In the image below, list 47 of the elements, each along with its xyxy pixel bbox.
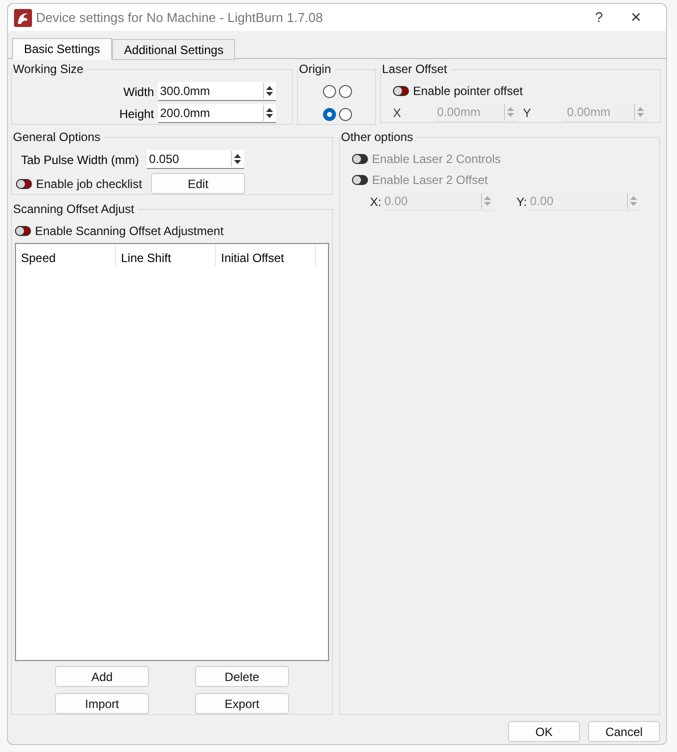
column-header[interactable]: Initial Offset: [216, 244, 316, 266]
group-title: Scanning Offset Adjust: [13, 202, 138, 216]
spinner-arrows-icon[interactable]: [263, 105, 275, 121]
group-title: Other options: [341, 130, 418, 144]
push-button[interactable]: Delete: [195, 666, 289, 687]
radio-button[interactable]: [339, 85, 352, 98]
toggle-switch[interactable]: [15, 226, 31, 236]
toggle-label: Enable Laser 2 Controls: [372, 151, 501, 168]
field-label: Tab Pulse Width (mm): [21, 152, 140, 168]
field-label: Y:: [516, 194, 528, 210]
radio-button[interactable]: [339, 108, 352, 120]
group-title: General Options: [13, 130, 104, 144]
tab[interactable]: Additional Settings: [112, 39, 236, 60]
field-label: Height: [119, 106, 154, 122]
field-label: Y: [523, 104, 532, 122]
toggle-label: Enable pointer offset: [413, 83, 523, 100]
window-title: Device settings for No Machine - LightBurn 1.7.08: [36, 8, 324, 27]
push-button[interactable]: Import: [55, 693, 149, 714]
radio-button[interactable]: [323, 85, 336, 98]
column-header[interactable]: Speed: [16, 244, 116, 266]
push-button[interactable]: Add: [55, 666, 149, 687]
close-button[interactable]: ×: [614, 4, 658, 31]
spin-box[interactable]: 200.0mm: [158, 104, 276, 123]
push-button[interactable]: Cancel: [588, 721, 660, 742]
help-button[interactable]: ?: [584, 7, 614, 28]
toggle-label: Enable Scanning Offset Adjustment: [35, 223, 224, 240]
group-title: Laser Offset: [382, 62, 452, 76]
spinner-arrows-icon[interactable]: [263, 83, 275, 99]
field-label: X:: [370, 194, 382, 210]
push-button[interactable]: Export: [195, 693, 289, 714]
toggle-switch[interactable]: [16, 178, 32, 188]
toggle-label: Enable Laser 2 Offset: [372, 172, 488, 189]
push-button[interactable]: OK: [508, 721, 580, 742]
radio-button[interactable]: [323, 108, 336, 120]
spinner-arrows-icon[interactable]: [231, 151, 244, 167]
spin-box[interactable]: 0.050: [147, 150, 244, 169]
field-label: X: [393, 104, 402, 122]
toggle-label: Enable job checklist: [36, 176, 142, 192]
toggle-switch[interactable]: [393, 86, 409, 96]
column-header[interactable]: Line Shift: [116, 244, 216, 266]
group-title: Origin: [299, 62, 336, 76]
group-title: Working Size: [13, 62, 88, 76]
push-button[interactable]: Edit: [151, 173, 246, 194]
tab[interactable]: Basic Settings: [12, 38, 112, 60]
spin-box[interactable]: 300.0mm: [158, 82, 276, 101]
field-label: Width: [123, 84, 154, 100]
app-logo-icon: [14, 8, 32, 26]
